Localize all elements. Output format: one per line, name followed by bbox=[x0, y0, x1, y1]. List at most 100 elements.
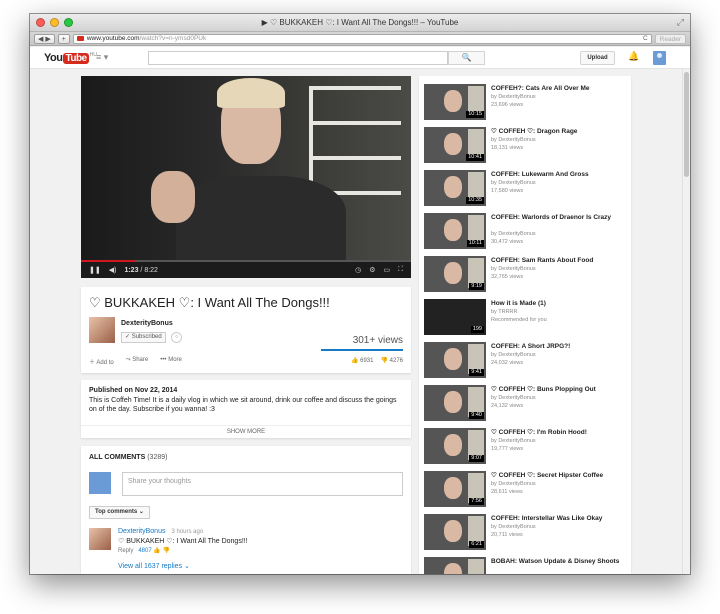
volume-icon[interactable]: ◀) bbox=[109, 266, 117, 274]
search-input[interactable] bbox=[148, 51, 448, 65]
account-avatar[interactable] bbox=[653, 51, 666, 65]
video-frame[interactable] bbox=[81, 76, 411, 262]
thumbnail-face bbox=[444, 90, 462, 112]
related-video-item[interactable]: 9:07 ♡ COFFEH ♡: I'm Robin Hood! by Dexter… bbox=[424, 428, 629, 466]
comment-author-line: DexterityBonus 3 hours ago bbox=[118, 528, 203, 535]
back-button[interactable]: ◀ ▶ bbox=[34, 33, 55, 44]
related-video-item[interactable]: 10:35 COFFEH: Lukewarm And Gross by Dexter… bbox=[424, 170, 629, 208]
zoom-window-button[interactable] bbox=[64, 18, 73, 27]
related-thumbnail[interactable]: 10:41 bbox=[424, 127, 486, 163]
related-title[interactable]: COFFEH: Warlords of Draenor Is Crazy bbox=[491, 214, 627, 222]
related-title[interactable]: ♡ COFFEH ♡: Buns Plopping Out bbox=[491, 386, 627, 394]
channel-name[interactable]: DexterityBonus bbox=[121, 320, 173, 327]
close-window-button[interactable] bbox=[36, 18, 45, 27]
view-all-replies-link[interactable]: View all 1637 replies ⌄ bbox=[118, 562, 190, 570]
comments-title: ALL COMMENTS (3289) bbox=[89, 454, 167, 461]
title-bar: ▶ ♡ BUKKAKEH ♡: I Want All The Dongs!!! … bbox=[30, 14, 690, 32]
related-thumbnail[interactable]: 6:21 bbox=[424, 514, 486, 550]
related-video-item[interactable]: 10:15 COFFEH?: Cats Are All Over Me by Dex… bbox=[424, 84, 629, 122]
comment-thumbs-down-icon[interactable]: 👎 bbox=[163, 548, 170, 554]
related-video-item[interactable]: 9:41 COFFEH: A Short JRPG?! by DexterityBo… bbox=[424, 342, 629, 380]
related-title[interactable]: ♡ COFFEH ♡: Secret Hipster Coffee bbox=[491, 472, 627, 480]
comment-author-avatar[interactable] bbox=[89, 528, 111, 550]
fullscreen-icon[interactable]: ⤢ bbox=[677, 17, 684, 28]
youtube-favicon-icon bbox=[76, 36, 84, 41]
scrollbar-thumb[interactable] bbox=[684, 72, 689, 177]
notifications-bell-icon[interactable]: 🔔 bbox=[628, 51, 639, 62]
dislike-button[interactable]: 👎 4276 bbox=[380, 357, 403, 364]
related-thumbnail[interactable]: 9:41 bbox=[424, 342, 486, 378]
related-video-item[interactable]: 10:11 COFFEH: Warlords of Draenor Is Craz… bbox=[424, 213, 629, 251]
settings-gear-icon[interactable]: ⚙ bbox=[369, 266, 375, 274]
related-title[interactable]: BOBAH: Watson Update & Disney Shoots bbox=[491, 558, 627, 566]
sort-comments-dropdown[interactable]: Top comments ⌄ bbox=[89, 506, 150, 519]
related-thumbnail[interactable]: 10:35 bbox=[424, 170, 486, 206]
watch-later-icon[interactable]: ◷ bbox=[355, 266, 361, 274]
guide-menu-icon[interactable]: ≡ ▾ bbox=[96, 52, 108, 63]
related-thumbnail[interactable]: 10:15 bbox=[424, 84, 486, 120]
related-title[interactable]: How it is Made (1) bbox=[491, 300, 627, 308]
related-video-item[interactable]: 9:19 COFFEH: Sam Rants About Food by Dexte… bbox=[424, 256, 629, 294]
related-video-item[interactable]: 199 How it is Made (1) by TRRRR Recommended… bbox=[424, 299, 629, 337]
youtube-logo[interactable]: You Tube HU bbox=[44, 52, 97, 64]
subscribed-button[interactable]: ✓ Subscribed bbox=[121, 332, 166, 343]
channel-avatar[interactable] bbox=[89, 317, 115, 343]
video-duration: 6:21 bbox=[469, 541, 484, 548]
forward-icon: ▶ bbox=[45, 35, 51, 43]
player-controls: ❚❚ ◀) 1:23 / 8:22 ◷ ⚙ ▭ ⛶ bbox=[81, 262, 411, 278]
dislike-count: 4276 bbox=[389, 358, 403, 364]
show-more-button[interactable]: SHOW MORE bbox=[81, 425, 411, 435]
related-thumbnail[interactable]: 9:07 bbox=[424, 428, 486, 464]
related-title[interactable]: ♡ COFFEH ♡: I'm Robin Hood! bbox=[491, 429, 627, 437]
page-scrollbar[interactable] bbox=[682, 69, 690, 574]
related-video-item[interactable]: 10:41 ♡ COFFEH ♡: Dragon Rage by Dexterity… bbox=[424, 127, 629, 165]
search-button[interactable]: 🔍 bbox=[448, 51, 485, 65]
like-button[interactable]: 👍 6931 bbox=[351, 357, 374, 364]
related-title[interactable]: COFFEH: Sam Rants About Food bbox=[491, 257, 627, 265]
shelf bbox=[311, 156, 401, 160]
pause-icon[interactable]: ❚❚ bbox=[89, 266, 101, 274]
subscription-settings-icon[interactable]: ○ bbox=[171, 332, 182, 343]
related-thumbnail[interactable]: 9:40 bbox=[424, 385, 486, 421]
related-thumbnail[interactable]: 7:56 bbox=[424, 471, 486, 507]
related-thumbnail[interactable]: 9:19 bbox=[424, 256, 486, 292]
my-avatar bbox=[89, 472, 111, 494]
more-button[interactable]: ••• More bbox=[160, 357, 182, 366]
comment-input[interactable]: Share your thoughts bbox=[122, 472, 403, 496]
reload-icon[interactable]: C bbox=[643, 35, 648, 42]
related-title[interactable]: COFFEH: Interstellar Was Like Okay bbox=[491, 515, 627, 523]
minimize-window-button[interactable] bbox=[50, 18, 59, 27]
related-video-item[interactable]: 7:56 ♡ COFFEH ♡: Secret Hipster Coffee by … bbox=[424, 471, 629, 509]
related-video-item[interactable]: 9:40 ♡ COFFEH ♡: Buns Plopping Out by Dext… bbox=[424, 385, 629, 423]
thumbnail-face bbox=[444, 391, 462, 413]
related-views: 19,777 views bbox=[491, 446, 524, 452]
related-thumbnail[interactable]: 10:11 bbox=[424, 213, 486, 249]
person-torso bbox=[176, 176, 346, 262]
shelf bbox=[311, 121, 401, 125]
share-button[interactable]: ⤳ Share bbox=[126, 357, 149, 366]
youtube-header: You Tube HU ≡ ▾ 🔍 Upload 🔔 bbox=[30, 47, 690, 69]
comment-author[interactable]: DexterityBonus bbox=[118, 528, 165, 535]
related-thumbnail[interactable] bbox=[424, 557, 486, 574]
related-video-item[interactable]: BOBAH: Watson Update & Disney Shoots bbox=[424, 557, 629, 574]
comment-time: 3 hours ago bbox=[171, 529, 204, 535]
sort-label: Top comments bbox=[95, 509, 138, 515]
new-tab-button[interactable]: + bbox=[57, 33, 70, 44]
related-title[interactable]: COFFEH: A Short JRPG?! bbox=[491, 343, 627, 351]
related-thumbnail[interactable]: 199 bbox=[424, 299, 486, 335]
related-channel: by DexterityBonus bbox=[491, 137, 536, 143]
related-title[interactable]: COFFEH: Lukewarm And Gross bbox=[491, 171, 627, 179]
comment-thumbs-up-icon[interactable]: 👍 bbox=[153, 548, 160, 554]
related-title[interactable]: COFFEH?: Cats Are All Over Me bbox=[491, 85, 627, 93]
related-title[interactable]: ♡ COFFEH ♡: Dragon Rage bbox=[491, 128, 627, 136]
video-player[interactable]: ❚❚ ◀) 1:23 / 8:22 ◷ ⚙ ▭ ⛶ bbox=[81, 76, 411, 278]
logo-you-text: You bbox=[44, 52, 63, 64]
fullscreen-player-icon[interactable]: ⛶ bbox=[398, 266, 403, 274]
address-bar[interactable]: www.youtube.com/watch?v=n-ymsd0PUk C bbox=[72, 33, 652, 44]
reader-button[interactable]: Reader bbox=[654, 33, 686, 44]
add-to-button[interactable]: ＋ Add to bbox=[89, 357, 114, 366]
theater-mode-icon[interactable]: ▭ bbox=[383, 266, 390, 274]
upload-button[interactable]: Upload bbox=[580, 51, 615, 65]
related-video-item[interactable]: 6:21 COFFEH: Interstellar Was Like Okay by… bbox=[424, 514, 629, 552]
reply-button[interactable]: Reply bbox=[118, 548, 133, 554]
